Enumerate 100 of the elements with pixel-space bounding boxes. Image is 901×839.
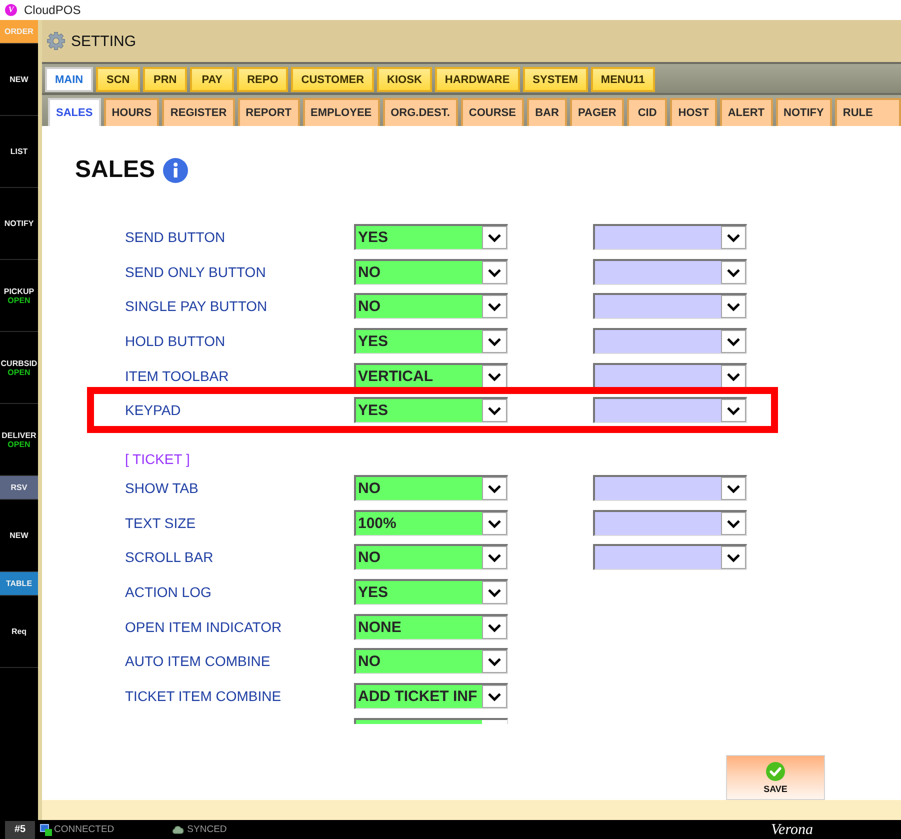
save-button[interactable]: SAVE [726, 755, 825, 800]
tab[interactable]: SYSTEM [522, 67, 588, 92]
chevron-down-icon [721, 260, 746, 284]
tab[interactable]: HOST [670, 98, 717, 126]
tab[interactable]: REPO [237, 67, 288, 92]
dropdown[interactable] [593, 293, 747, 320]
chevron-down-icon [482, 616, 507, 639]
tab[interactable]: RULE [834, 98, 901, 126]
chevron-down-icon [482, 260, 507, 284]
dropdown[interactable] [593, 362, 747, 389]
tab[interactable]: PAY [190, 67, 234, 92]
tab[interactable]: MENU11 [590, 67, 655, 92]
setting-label: HOLD BUTTON [125, 333, 226, 350]
setting-label: TICKET ITEM COMBINE [125, 688, 282, 704]
status-label: OPEN [8, 440, 30, 448]
page-title: SALES [75, 156, 156, 184]
dropdown[interactable]: YES [354, 224, 508, 250]
dropdown[interactable]: ADD TICKET INF [354, 683, 508, 710]
tab[interactable]: CID [627, 98, 668, 126]
setting-label: ACTION LOG [125, 584, 212, 600]
chevron-down-icon [721, 512, 746, 535]
setting-label: OPEN ITEM INDICATOR [125, 618, 282, 635]
chevron-down-icon [482, 330, 507, 354]
dropdown[interactable]: NO [354, 293, 508, 320]
dropdown[interactable] [354, 718, 508, 724]
setting-label: SHOW TAB [125, 480, 198, 496]
dropdown[interactable]: NO [354, 544, 508, 570]
dropdown[interactable] [593, 224, 747, 250]
tab[interactable]: HARDWARE [434, 67, 520, 92]
dropdown[interactable]: VERTICAL [354, 362, 508, 389]
window-title: CloudPOS [24, 3, 81, 17]
app-logo: V [5, 4, 17, 16]
chevron-down-icon [482, 364, 507, 388]
tab[interactable]: SCN [96, 67, 140, 92]
chevron-down-icon [721, 226, 746, 249]
tab[interactable]: REGISTER [162, 98, 235, 126]
tab[interactable]: KIOSK [377, 67, 432, 92]
dropdown[interactable]: 100% [354, 510, 508, 536]
tab[interactable]: MAIN [45, 67, 94, 92]
setting-label: AUTO ITEM COMBINE [125, 653, 270, 670]
chevron-down-icon [482, 295, 507, 318]
dropdown[interactable]: NO [354, 474, 508, 501]
section-heading: [ TICKET ] [125, 450, 190, 468]
dropdown[interactable] [593, 474, 747, 501]
tab[interactable]: EMPLOYEE [302, 98, 380, 126]
terminal-badge: #5 [5, 820, 35, 838]
chevron-down-icon [482, 226, 507, 249]
sidebar-button[interactable]: RSV [0, 476, 38, 500]
tab[interactable]: NOTIFY [776, 98, 832, 126]
tab[interactable]: ORG.DEST. [382, 98, 458, 126]
dropdown[interactable]: YES [354, 579, 508, 605]
setting-label: ITEM TOOLBAR [125, 368, 229, 384]
setting-label: SEND BUTTON [125, 229, 226, 245]
tab[interactable]: CUSTOMER [291, 67, 374, 92]
sync-status: SYNCED [187, 824, 227, 835]
dropdown[interactable]: YES [354, 397, 508, 424]
header-title: SETTING [71, 32, 136, 50]
dropdown[interactable]: NO [354, 258, 508, 285]
status-label: OPEN [8, 296, 30, 304]
dropdown[interactable] [593, 544, 747, 570]
dropdown[interactable] [593, 397, 747, 424]
gear-icon [47, 32, 65, 50]
tab[interactable]: COURSE [460, 98, 524, 126]
chevron-down-icon [721, 476, 746, 500]
dropdown[interactable] [593, 258, 747, 285]
tab[interactable]: SALES [48, 98, 101, 126]
check-circle-icon [766, 762, 785, 780]
info-icon[interactable] [163, 158, 188, 182]
chevron-down-icon [482, 581, 507, 604]
chevron-down-icon [482, 476, 507, 500]
connection-status: CONNECTED [54, 824, 114, 835]
chevron-down-icon [482, 685, 507, 708]
setting-label: TEXT SIZE [125, 514, 196, 531]
chevron-down-icon [721, 546, 746, 570]
tab[interactable]: ALERT [720, 98, 773, 126]
dropdown[interactable]: NONE [354, 614, 508, 640]
chevron-down-icon [482, 650, 507, 674]
dropdown[interactable] [593, 510, 747, 536]
chevron-down-icon [721, 330, 746, 354]
dropdown[interactable] [593, 328, 747, 354]
status-label: OPEN [8, 368, 30, 376]
setting-label: KEYPAD [125, 402, 181, 418]
chevron-down-icon [721, 295, 746, 318]
chevron-down-icon [482, 546, 507, 570]
sidebar-button[interactable]: TABLE [0, 572, 38, 596]
dropdown[interactable]: NO [354, 648, 508, 674]
tab[interactable]: PRN [143, 67, 188, 92]
chevron-down-icon [721, 364, 746, 388]
dropdown[interactable]: YES [354, 328, 508, 354]
tab[interactable]: HOURS [104, 98, 160, 126]
tab[interactable]: REPORT [238, 98, 300, 126]
setting-label: SINGLE PAY BUTTON [125, 298, 268, 314]
setting-label: SEND ONLY BUTTON [125, 264, 266, 280]
setting-label: SCROLL BAR [125, 549, 214, 566]
chevron-down-icon [482, 399, 507, 422]
cloud-icon [172, 825, 184, 834]
location-name: Verona [771, 820, 813, 838]
tab[interactable]: BAR [526, 98, 567, 126]
chevron-down-icon [721, 399, 746, 422]
tab[interactable]: PAGER [570, 98, 624, 126]
